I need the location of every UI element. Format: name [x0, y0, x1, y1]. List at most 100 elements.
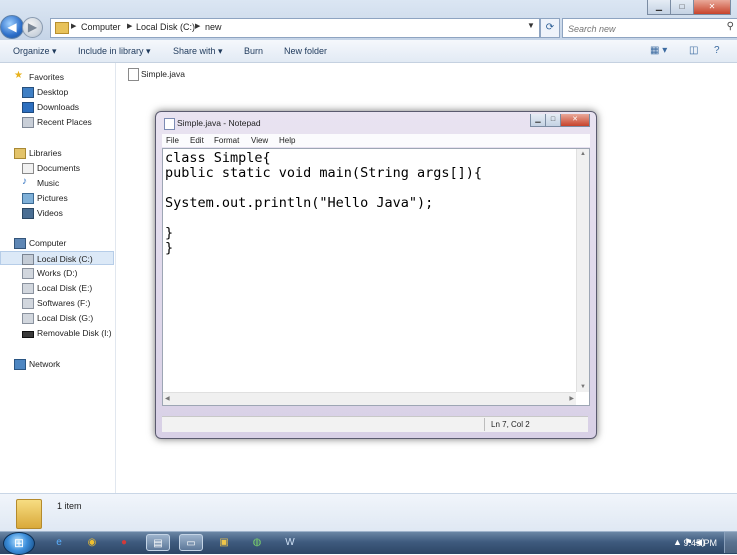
forward-button[interactable]: ▶ [22, 17, 43, 38]
nav-item-pictures[interactable]: Pictures [0, 191, 114, 205]
new-folder-button[interactable]: New folder [284, 46, 327, 56]
show-hidden-icons-icon[interactable]: ▲ [673, 537, 682, 547]
downloads-icon [22, 102, 34, 113]
help-icon[interactable]: ? [714, 45, 720, 56]
pictures-icon [22, 193, 34, 204]
preview-pane-icon[interactable]: ◫ [689, 45, 698, 56]
vertical-scrollbar[interactable]: ▲ ▼ [576, 149, 589, 392]
chrome-icon[interactable]: ◉ [80, 534, 104, 551]
taskbar: ⊞ e ◉ ● ▤ ▭ ▣ ◍ W ▲ ⚑ ◀) 9:45 PM [0, 531, 737, 555]
nav-item-videos[interactable]: Videos [0, 206, 114, 220]
nav-item-desktop[interactable]: Desktop [0, 85, 114, 99]
nav-label: Softwares (F:) [37, 298, 91, 308]
notepad-window: Simple.java - Notepad ▁ □ ✕ File Edit Form… [155, 111, 597, 439]
menu-edit[interactable]: Edit [190, 136, 204, 145]
share-with-button[interactable]: Share with ▾ [173, 46, 223, 57]
libraries-icon [14, 148, 26, 159]
documents-icon [22, 163, 34, 174]
nav-label: Local Disk (E:) [37, 283, 93, 293]
search-icon[interactable]: ⚲ [727, 21, 734, 32]
search-input[interactable] [566, 21, 720, 36]
notepad-maximize-button[interactable]: □ [545, 114, 561, 127]
scroll-right-icon[interactable]: ▶ [569, 395, 574, 402]
nav-item-recent-places[interactable]: Recent Places [0, 115, 114, 129]
videos-icon [22, 208, 34, 219]
change-view-icon[interactable]: ▦ ▾ [650, 45, 667, 56]
explorer-taskbar-button[interactable]: ▤ [146, 534, 170, 551]
nav-item-downloads[interactable]: Downloads [0, 100, 114, 114]
notepad-taskbar-button[interactable]: ▭ [179, 534, 203, 551]
drive-icon [22, 268, 34, 279]
nav-label: Desktop [37, 87, 69, 97]
nav-item-local-disk-g[interactable]: Local Disk (G:) [0, 311, 114, 325]
horizontal-scrollbar[interactable]: ◀ ▶ [163, 392, 576, 405]
notepad-minimize-button[interactable]: ▁ [530, 114, 546, 127]
scroll-down-icon[interactable]: ▼ [580, 384, 586, 390]
back-arrow-icon: ◀ [7, 20, 17, 34]
drive-icon [22, 313, 34, 324]
nav-label: Network [29, 359, 61, 369]
minimize-button[interactable]: ▁ [647, 0, 671, 15]
nav-network[interactable]: Network [0, 357, 114, 371]
windows-logo-icon: ⊞ [13, 536, 25, 550]
nav-item-music[interactable]: ♪ Music [0, 176, 114, 190]
nav-label: Downloads [37, 102, 80, 112]
clock[interactable]: 9:45 PM [683, 538, 717, 548]
notepad-editor[interactable]: class Simple{ public static void main(St… [162, 148, 590, 406]
nav-item-local-disk-c[interactable]: Local Disk (C:) [0, 251, 114, 265]
start-button[interactable]: ⊞ [3, 532, 35, 555]
breadcrumb-computer[interactable]: Computer [81, 22, 121, 32]
back-button[interactable]: ◀ [0, 15, 24, 39]
nav-item-documents[interactable]: Documents [0, 161, 114, 175]
media-icon[interactable]: ▣ [212, 534, 236, 551]
nav-label: Music [37, 178, 60, 188]
computer-icon [14, 238, 26, 249]
show-desktop-button[interactable] [724, 532, 737, 553]
editor-text[interactable]: class Simple{ public static void main(St… [165, 151, 482, 256]
scroll-up-icon[interactable]: ▲ [580, 151, 586, 157]
menu-help[interactable]: Help [279, 136, 295, 145]
close-button[interactable]: ✕ [693, 0, 731, 15]
drive-icon [22, 254, 34, 265]
explorer-toolbar: Organize ▾ Include in library ▾ Share wi… [0, 40, 737, 63]
include-in-library-button[interactable]: Include in library ▾ [78, 46, 151, 57]
nav-label: Documents [37, 163, 80, 173]
address-dropdown-icon[interactable]: ▼ [527, 21, 535, 30]
chevron-right-icon: ▶ [127, 23, 133, 30]
desktop-icon [22, 87, 34, 98]
notepad-close-button[interactable]: ✕ [560, 114, 590, 127]
globe-icon[interactable]: ◍ [245, 534, 269, 551]
refresh-button[interactable]: ⟳ [540, 18, 560, 38]
breadcrumb-new[interactable]: new [205, 22, 222, 32]
burn-button[interactable]: Burn [244, 46, 263, 56]
scroll-left-icon[interactable]: ◀ [165, 395, 170, 402]
menu-format[interactable]: Format [214, 136, 239, 145]
cursor-position: Ln 7, Col 2 [491, 420, 530, 429]
organize-button[interactable]: Organize ▾ [13, 46, 57, 57]
nav-item-local-disk-e[interactable]: Local Disk (E:) [0, 281, 114, 295]
nav-favorites[interactable]: ★ Favorites [0, 70, 114, 84]
nav-item-softwares-f[interactable]: Softwares (F:) [0, 296, 114, 310]
nav-label: Recent Places [37, 117, 92, 127]
maximize-button[interactable]: □ [670, 0, 694, 15]
star-icon: ★ [14, 70, 23, 81]
details-pane: 1 item [0, 493, 737, 532]
nav-item-removable-disk-i[interactable]: Removable Disk (I:) [0, 326, 114, 340]
nav-label: Removable Disk (I:) [37, 328, 112, 338]
internet-explorer-icon[interactable]: e [47, 534, 71, 551]
drive-icon [22, 283, 34, 294]
nav-libraries[interactable]: Libraries [0, 146, 114, 160]
notepad-status-bar: Ln 7, Col 2 [162, 416, 588, 432]
nav-item-works-d[interactable]: Works (D:) [0, 266, 114, 280]
menu-view[interactable]: View [251, 136, 268, 145]
app-icon[interactable]: ● [112, 534, 136, 551]
breadcrumb[interactable]: ▶ Computer ▶ Local Disk (C:) ▶ new [50, 18, 540, 38]
explorer-address-bar: ◀ ▶ ▶ Computer ▶ Local Disk (C:) ▶ new ▼… [0, 0, 737, 40]
breadcrumb-local-disk-c[interactable]: Local Disk (C:) [136, 22, 195, 32]
word-icon[interactable]: W [278, 534, 302, 551]
notepad-window-controls: ▁ □ ✕ [530, 113, 590, 127]
music-icon: ♪ [22, 176, 27, 187]
search-box[interactable]: ⚲ [562, 18, 737, 38]
nav-computer[interactable]: Computer [0, 236, 114, 250]
menu-file[interactable]: File [166, 136, 179, 145]
